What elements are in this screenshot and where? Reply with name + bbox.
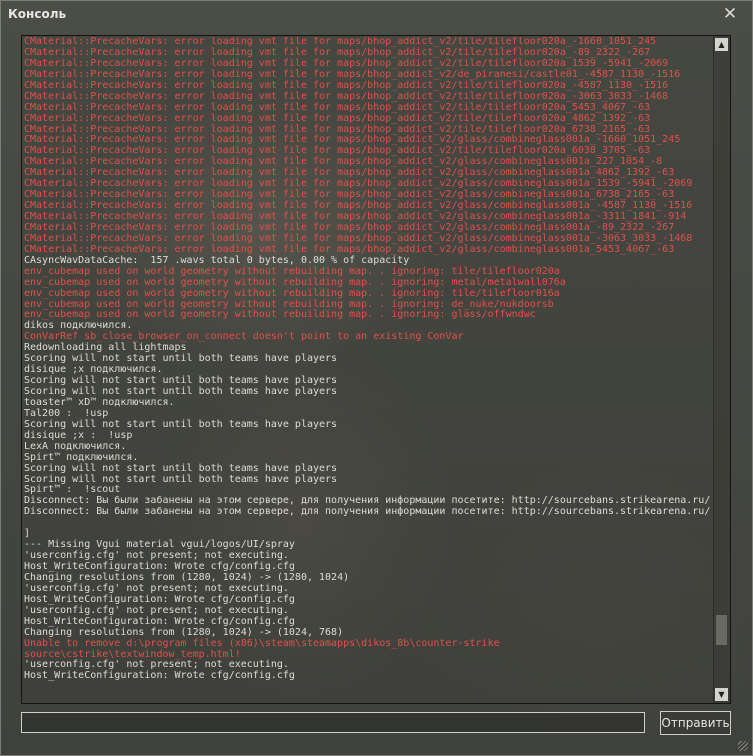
log-line-error: env_cubemap used on world geometry witho… [24, 276, 566, 288]
submit-button[interactable]: Отправить [660, 711, 731, 735]
log-line: toaster™ xD™ подключился. [24, 396, 175, 408]
close-icon[interactable]: ✕ [722, 5, 738, 23]
console-output[interactable]: CMaterial::PrecacheVars: error loading v… [21, 35, 731, 704]
log-line-error: CMaterial::PrecacheVars: error loading v… [24, 101, 651, 113]
console-log: CMaterial::PrecacheVars: error loading v… [24, 37, 712, 701]
scroll-up-arrow-icon[interactable]: ▲ [715, 38, 728, 51]
log-line: Scoring will not start until both teams … [24, 473, 338, 485]
scrollbar-track[interactable] [716, 53, 727, 685]
log-line: disique ;x : !usp [24, 429, 133, 441]
log-line: Changing resolutions from (1280, 1024) -… [24, 626, 344, 638]
log-line-error: CMaterial::PrecacheVars: error loading v… [24, 112, 651, 124]
window-title: Консоль [8, 7, 67, 21]
log-line: Disconnect: Вы были забанены на этом сер… [24, 506, 712, 518]
log-line-error: env_cubemap used on world geometry witho… [24, 265, 560, 277]
log-line: Scoring will not start until both teams … [24, 462, 338, 474]
log-line-error: Unable to remove d:\program files (x86)\… [24, 637, 500, 649]
title-bar[interactable]: Консоль ✕ [1, 1, 752, 29]
command-input[interactable] [21, 712, 645, 733]
scrollbar-thumb[interactable] [716, 615, 727, 645]
log-line: Spirt™ подключился. [24, 451, 139, 463]
console-window: Консоль ✕ CMaterial::PrecacheVars: error… [0, 0, 753, 756]
log-line-error: CMaterial::PrecacheVars: error loading v… [24, 90, 669, 102]
resize-grip[interactable] [738, 741, 748, 751]
scroll-down-arrow-icon[interactable]: ▼ [715, 688, 728, 701]
log-line: LexA подключился. [24, 440, 127, 452]
log-line-error: env_cubemap used on world geometry witho… [24, 287, 560, 299]
log-line: Host_WriteConfiguration: Wrote cfg/confi… [24, 615, 295, 627]
log-line: Host_WriteConfiguration: Wrote cfg/confi… [24, 670, 295, 682]
vertical-scrollbar[interactable]: ▲ ▼ [713, 36, 730, 703]
